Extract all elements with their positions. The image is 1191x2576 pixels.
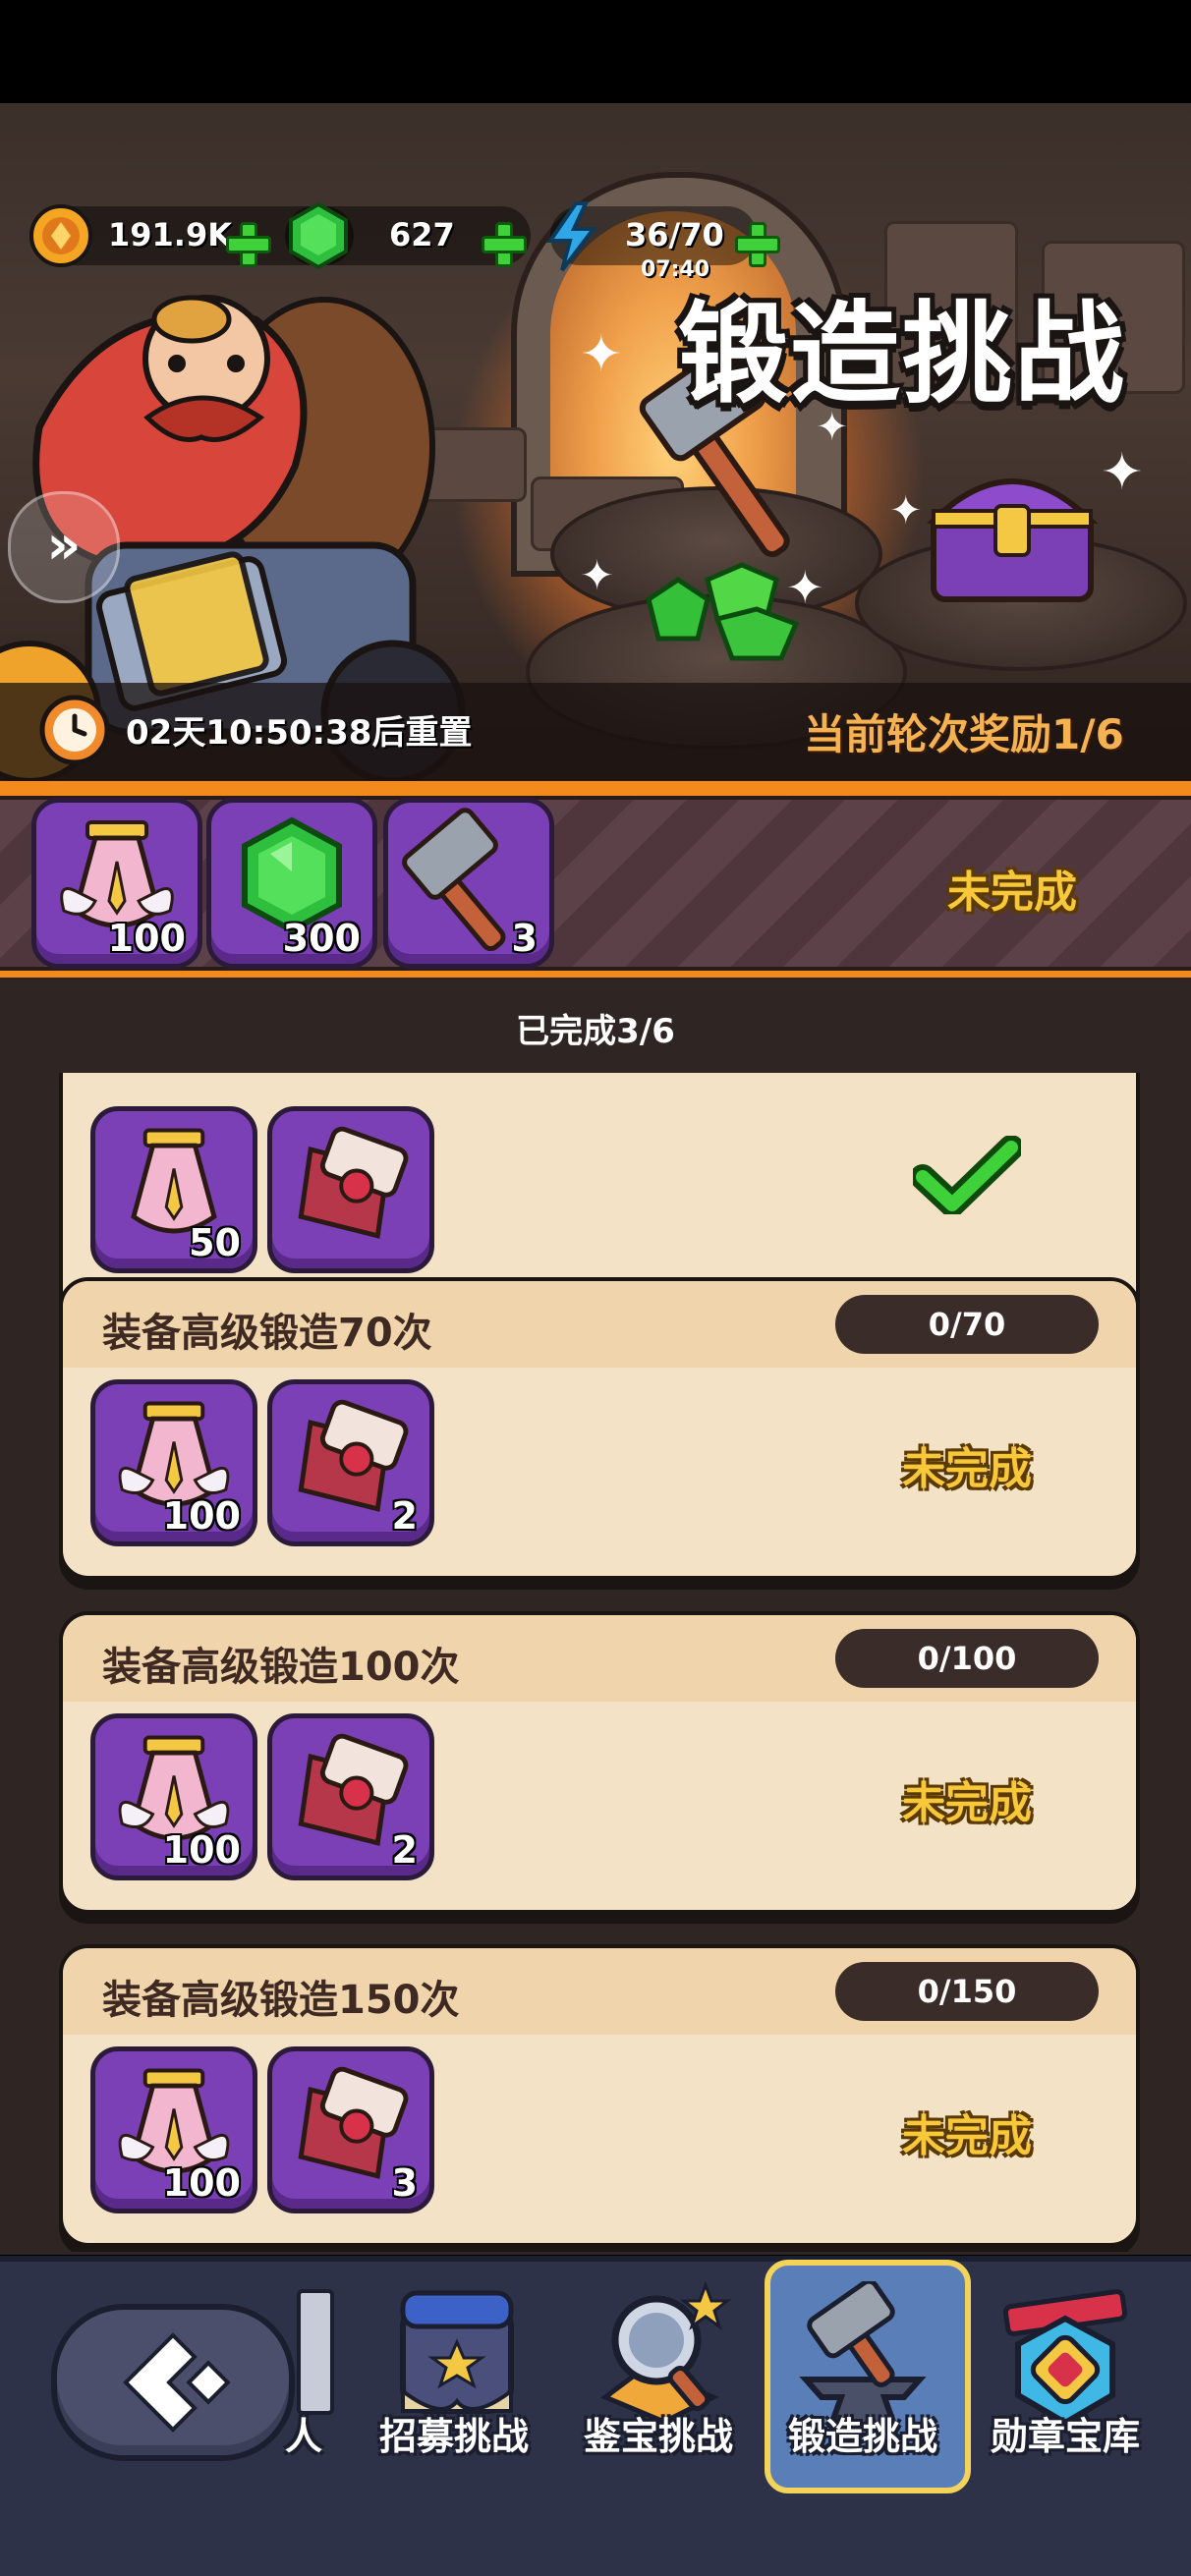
task-status: 未完成	[902, 1444, 1032, 1494]
nav-item-appraise[interactable]: 鉴宝挑战	[560, 2269, 757, 2486]
add-gems-button[interactable]	[482, 222, 527, 267]
reward-item[interactable]: 3	[267, 2046, 434, 2213]
sparkle-icon: ✦	[580, 551, 615, 599]
reward-qty: 3	[511, 917, 538, 960]
add-energy-button[interactable]	[735, 222, 780, 267]
reward-item[interactable]: 2	[267, 1713, 434, 1880]
completion-progress: 已完成3/6	[516, 1012, 675, 1051]
reward-item[interactable]	[267, 1106, 434, 1273]
nav-item-label: 勋章宝库	[990, 2415, 1140, 2458]
task-progress-pill: 0/70	[835, 1295, 1099, 1354]
task-title: 装备高级锻造100次	[102, 1645, 460, 1690]
treasure-chest-icon	[926, 478, 1099, 602]
reward-item[interactable]: 50	[90, 1106, 257, 1273]
round-status: 未完成	[947, 868, 1077, 918]
task-title: 装备高级锻造70次	[102, 1311, 432, 1356]
expand-side-button[interactable]: »	[8, 491, 120, 603]
sparkle-icon: ✦	[1101, 443, 1144, 502]
reward-item[interactable]: 2	[267, 1379, 434, 1546]
reward-qty: 2	[391, 1828, 418, 1872]
reward-item[interactable]: 3	[383, 798, 554, 969]
task-card: 装备高级锻造150次 0/150 100 3 未完成	[59, 1944, 1140, 2247]
reward-item[interactable]: 100	[90, 1713, 257, 1880]
nav-item-label: 锻造挑战	[787, 2415, 937, 2458]
gold-coin-icon	[29, 204, 92, 267]
task-card: 装备高级锻造70次 0/70 100 2 未完成	[59, 1277, 1140, 1580]
green-gem-icon	[289, 201, 348, 270]
round-reward-label: 当前轮次奖励1/6	[804, 710, 1124, 758]
partial-nav-icon	[297, 2289, 334, 2415]
reward-qty: 100	[107, 917, 186, 960]
reward-item[interactable]: 300	[206, 798, 377, 969]
task-progress-pill: 0/150	[835, 1962, 1099, 2021]
scroll-icon	[298, 1126, 409, 1239]
reward-qty: 3	[391, 2161, 418, 2205]
nav-item-label: 人	[285, 2415, 323, 2458]
gem-amount: 627	[389, 216, 455, 253]
sparkle-icon: ✦	[786, 561, 824, 614]
gold-amount: 191.9K	[108, 216, 233, 253]
lightning-energy-icon	[546, 201, 598, 272]
clock-icon	[39, 695, 110, 765]
reward-qty: 100	[162, 1494, 241, 1538]
energy-amount: 36/70	[625, 216, 724, 253]
checkmark-icon	[913, 1136, 1021, 1214]
task-card: 装备高级锻造100次 0/100 100 2 未完成	[59, 1611, 1140, 1914]
task-progress-pill: 0/100	[835, 1629, 1099, 1688]
add-gold-button[interactable]	[226, 222, 271, 267]
nav-item-partial[interactable]: 人	[226, 2269, 344, 2486]
nav-item-label: 鉴宝挑战	[583, 2415, 733, 2458]
reward-qty: 100	[162, 2161, 241, 2205]
page-title: 锻造挑战	[678, 291, 1126, 419]
task-scroll-list[interactable]: 50 装备高级锻造70次 0/70 100 2 未完成 装备高级锻造100次 0…	[0, 1073, 1191, 2252]
nav-item-label: 招募挑战	[378, 2415, 529, 2458]
reward-qty: 50	[189, 1221, 241, 1264]
nav-item-forge[interactable]: 锻造挑战	[765, 2269, 961, 2486]
task-title: 装备高级锻造150次	[102, 1978, 460, 2023]
reset-timer: 02天10:50:38后重置	[126, 713, 473, 753]
reward-item[interactable]: 100	[31, 798, 202, 969]
nav-item-medal-vault[interactable]: 勋章宝库	[967, 2269, 1163, 2486]
reward-qty: 100	[162, 1828, 241, 1872]
reward-item[interactable]: 100	[90, 1379, 257, 1546]
magnifier-icon	[600, 2280, 732, 2425]
task-status: 未完成	[902, 2111, 1032, 2161]
reward-qty: 300	[282, 917, 361, 960]
sparkle-icon: ✦	[580, 325, 623, 384]
reward-qty: 2	[391, 1494, 418, 1538]
task-status: 未完成	[902, 1778, 1032, 1828]
sparkle-icon: ✦	[889, 488, 923, 533]
reward-item[interactable]: 100	[90, 2046, 257, 2213]
nav-item-recruit[interactable]: 招募挑战	[356, 2269, 552, 2486]
